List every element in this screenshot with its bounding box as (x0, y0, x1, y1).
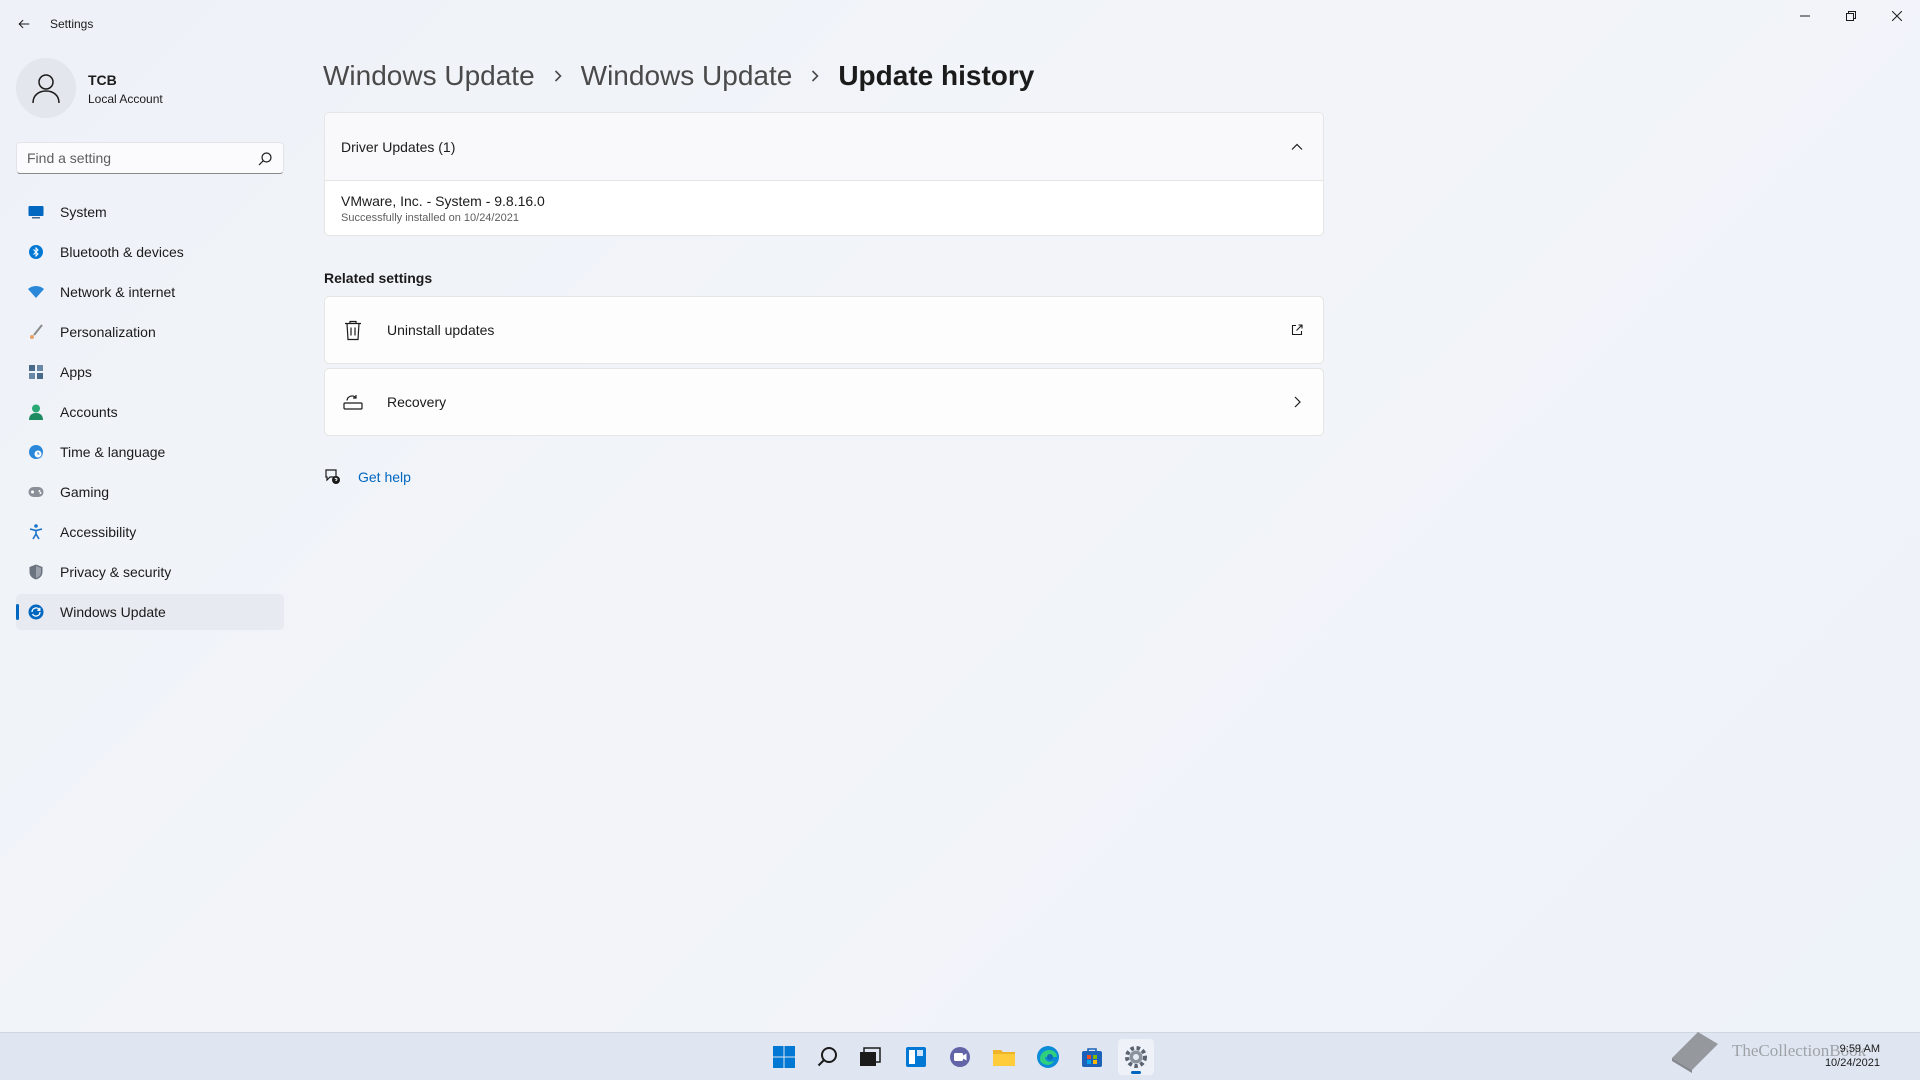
chevron-right-icon (1294, 396, 1301, 408)
help-chat-icon (325, 469, 340, 484)
sidebar-item-label: Network & internet (60, 284, 176, 300)
sidebar-item-label: Accessibility (60, 524, 137, 540)
sidebar-item-label: Gaming (60, 484, 110, 500)
globe-clock-icon (28, 444, 44, 460)
wifi-icon (28, 284, 44, 300)
apps-icon (28, 364, 44, 380)
update-status: Successfully installed on 10/24/2021 (341, 212, 519, 224)
sidebar-item-network[interactable]: Network & internet (16, 274, 284, 310)
related-settings-heading: Related settings (324, 270, 433, 286)
restore-icon (1846, 11, 1856, 21)
store-icon[interactable] (1074, 1039, 1110, 1075)
sidebar-item-system[interactable]: System (16, 194, 284, 230)
system-clock[interactable]: 9:59 AM 10/24/2021 (1816, 1042, 1880, 1070)
sidebar-nav: System Bluetooth & devices Network & int… (16, 194, 284, 634)
chevron-right-icon (810, 69, 820, 83)
chevron-up-icon[interactable] (1289, 139, 1305, 155)
sidebar-item-accounts[interactable]: Accounts (16, 394, 284, 430)
back-arrow-icon (18, 19, 30, 29)
breadcrumb-link[interactable]: Windows Update (323, 60, 535, 92)
search-icon (258, 152, 272, 166)
uninstall-updates-label: Uninstall updates (387, 322, 495, 338)
sidebar-item-privacy-security[interactable]: Privacy & security (16, 554, 284, 590)
sidebar-item-accessibility[interactable]: Accessibility (16, 514, 284, 550)
sidebar-item-label: Time & language (60, 444, 166, 460)
start-icon[interactable] (766, 1039, 802, 1075)
chat-icon[interactable] (942, 1039, 978, 1075)
sidebar-item-apps[interactable]: Apps (16, 354, 284, 390)
uninstall-updates-link[interactable]: Uninstall updates (324, 296, 1324, 364)
close-icon (1892, 11, 1902, 21)
page-title: Update history (838, 60, 1035, 91)
breadcrumb: Windows Update Windows Update Update his… (323, 56, 1034, 96)
shield-icon (28, 564, 44, 580)
minimize-icon (1800, 15, 1810, 17)
sidebar-item-label: Personalization (60, 324, 156, 340)
sidebar-item-label: Windows Update (60, 604, 166, 620)
update-icon (28, 604, 44, 620)
app-title: Settings (50, 17, 94, 31)
get-help-link[interactable]: Get help (324, 468, 411, 486)
breadcrumb-link[interactable]: Windows Update (581, 60, 793, 92)
driver-updates-expander: Driver Updates (1) VMware, Inc. - System… (324, 112, 1324, 236)
search-icon[interactable] (810, 1039, 846, 1075)
search-box[interactable] (16, 142, 284, 174)
sidebar-item-label: Accounts (60, 404, 118, 420)
external-link-icon (1291, 324, 1303, 336)
avatar (16, 58, 76, 118)
user-avatar-icon (32, 74, 60, 104)
file-explorer-icon[interactable] (986, 1039, 1022, 1075)
driver-updates-header[interactable]: Driver Updates (1) (325, 113, 1323, 181)
chevron-right-icon (553, 69, 563, 83)
sidebar-item-bluetooth[interactable]: Bluetooth & devices (16, 234, 284, 270)
sidebar-item-gaming[interactable]: Gaming (16, 474, 284, 510)
driver-updates-title: Driver Updates (1) (341, 138, 456, 155)
profile-account-type: Local Account (88, 92, 163, 106)
sidebar-item-label: Bluetooth & devices (60, 244, 184, 260)
clock-date: 10/24/2021 (1824, 1057, 1880, 1069)
trash-icon (341, 318, 365, 342)
recovery-icon (341, 390, 365, 414)
brush-icon (28, 324, 44, 340)
title-bar: Settings (0, 0, 1920, 48)
search-input[interactable] (17, 150, 247, 166)
recovery-link[interactable]: Recovery (324, 368, 1324, 436)
system-icon (28, 204, 44, 220)
sidebar-item-time-language[interactable]: Time & language (16, 434, 284, 470)
sidebar-item-label: System (60, 204, 107, 220)
accessibility-icon (28, 524, 44, 540)
task-view-icon[interactable] (852, 1039, 888, 1075)
back-button[interactable] (12, 12, 36, 36)
sidebar-item-label: Apps (60, 364, 92, 380)
settings-icon[interactable] (1118, 1039, 1154, 1075)
minimize-button[interactable] (1782, 0, 1828, 32)
bluetooth-icon (28, 244, 44, 260)
sidebar-item-label: Privacy & security (60, 564, 172, 580)
close-button[interactable] (1874, 0, 1920, 32)
user-profile[interactable]: TCB Local Account (16, 58, 286, 118)
sidebar-item-windows-update[interactable]: Windows Update (16, 594, 284, 630)
list-item: VMware, Inc. - System - 9.8.16.0 Success… (325, 181, 1323, 235)
taskbar (0, 1032, 1920, 1080)
gamepad-icon (28, 484, 44, 500)
sidebar-item-personalization[interactable]: Personalization (16, 314, 284, 350)
widgets-icon[interactable] (898, 1039, 934, 1075)
edge-icon[interactable] (1030, 1039, 1066, 1075)
person-icon (28, 404, 44, 420)
get-help-label: Get help (358, 469, 411, 485)
clock-time: 9:59 AM (1839, 1043, 1880, 1055)
book-logo-icon (1672, 1032, 1718, 1073)
restore-button[interactable] (1828, 0, 1874, 32)
profile-name: TCB (88, 72, 117, 88)
recovery-label: Recovery (387, 394, 447, 410)
update-name: VMware, Inc. - System - 9.8.16.0 (341, 193, 545, 209)
